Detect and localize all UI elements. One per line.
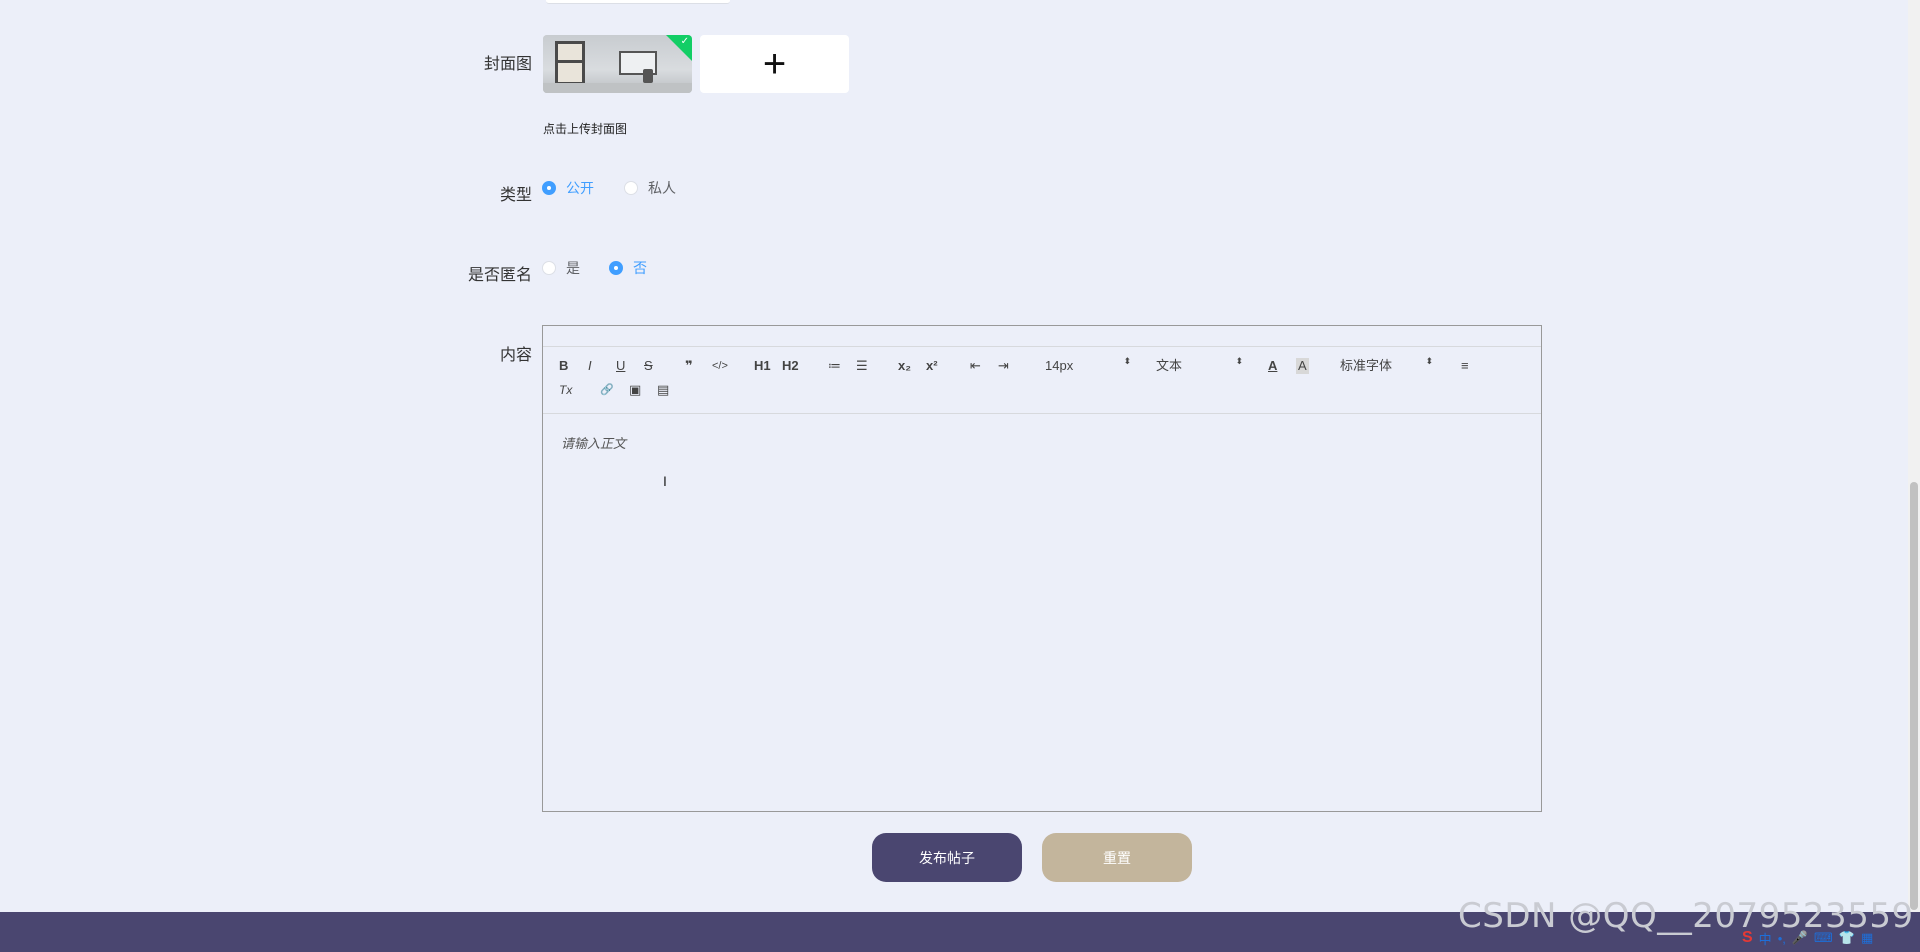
font-family-select[interactable]: 标准字体 ⬍ (1340, 356, 1433, 374)
radio-unchecked-icon (624, 181, 638, 195)
editor-content-area[interactable]: 请输入正文 I (543, 415, 1541, 811)
bullet-list-icon[interactable]: ☰ (856, 358, 868, 374)
ime-punctuation-toggle[interactable]: •, (1778, 931, 1786, 946)
radio-unchecked-icon (542, 261, 556, 275)
editor-placeholder: 请输入正文 (561, 436, 627, 451)
blockquote-icon[interactable]: ❞ (685, 358, 693, 374)
font-size-select[interactable]: 14px ⬍ (1045, 356, 1131, 374)
radio-type-private-label: 私人 (648, 180, 676, 196)
header-select-value: 文本 (1156, 358, 1183, 373)
cover-image-plant (643, 69, 653, 83)
select-arrow-icon: ⬍ (1123, 356, 1131, 366)
toolbox-icon[interactable]: ▦ (1861, 930, 1873, 946)
header-2-icon[interactable]: H2 (782, 358, 799, 374)
subscript-icon[interactable]: x₂ (898, 358, 911, 374)
plus-icon: + (762, 42, 787, 86)
reset-button[interactable]: 重置 (1042, 833, 1192, 882)
header-1-icon[interactable]: H1 (754, 358, 771, 374)
radio-type-private[interactable]: 私人 (624, 178, 676, 198)
skin-icon[interactable]: 👕 (1839, 930, 1855, 946)
ime-toolbar: S 中 •, 🎤 ⌨ 👕 ▦ (1742, 927, 1873, 949)
title-input-bottom-edge[interactable] (546, 0, 730, 4)
ime-language-toggle[interactable]: 中 (1759, 929, 1772, 948)
radio-checked-icon (609, 261, 623, 275)
radio-type-public-label: 公开 (566, 180, 594, 196)
cover-image-shelf (555, 41, 585, 85)
cover-label: 封面图 (483, 56, 532, 73)
superscript-icon[interactable]: x² (926, 358, 938, 374)
bold-icon[interactable]: B (559, 358, 568, 374)
video-icon[interactable]: ▤ (657, 382, 669, 398)
font-family-value: 标准字体 (1340, 358, 1393, 373)
anonymous-label: 是否匿名 (467, 267, 532, 284)
link-icon[interactable]: 🔗 (600, 382, 614, 398)
select-arrow-icon: ⬍ (1425, 356, 1433, 366)
page-scrollbar[interactable] (1908, 0, 1920, 912)
check-icon: ✓ (680, 36, 689, 47)
indent-icon[interactable]: ⇥ (998, 358, 1009, 374)
cover-upload-hint: 点击上传封面图 (543, 122, 628, 136)
type-label: 类型 (499, 187, 532, 204)
header-select[interactable]: 文本 ⬍ (1156, 356, 1243, 374)
radio-anonymous-yes[interactable]: 是 (542, 258, 580, 278)
font-size-value: 14px (1045, 358, 1074, 373)
rich-text-editor: B I U S ❞ </> H1 H2 ≔ ☰ x₂ x² ⇤ ⇥ 14px ⬍… (542, 325, 1542, 812)
align-left-icon[interactable]: ≡ (1461, 358, 1469, 374)
radio-type-public[interactable]: 公开 (542, 178, 594, 198)
select-arrow-icon: ⬍ (1235, 356, 1243, 366)
font-color-icon[interactable]: A (1268, 358, 1277, 374)
outdent-icon[interactable]: ⇤ (970, 358, 981, 374)
microphone-icon[interactable]: 🎤 (1792, 930, 1808, 946)
keyboard-icon[interactable]: ⌨ (1814, 930, 1833, 946)
strikethrough-icon[interactable]: S (644, 358, 653, 374)
clear-format-icon[interactable]: Tx (559, 382, 572, 398)
sogou-logo-icon[interactable]: S (1742, 929, 1753, 947)
cover-upload-button[interactable]: + (700, 35, 849, 93)
publish-post-button[interactable]: 发布帖子 (872, 833, 1022, 882)
ordered-list-icon[interactable]: ≔ (828, 358, 841, 374)
scrollbar-thumb[interactable] (1910, 482, 1918, 910)
editor-toolbar: B I U S ❞ </> H1 H2 ≔ ☰ x₂ x² ⇤ ⇥ 14px ⬍… (543, 346, 1541, 414)
underline-icon[interactable]: U (616, 358, 625, 374)
italic-icon[interactable]: I (588, 358, 592, 374)
image-icon[interactable]: ▣ (629, 382, 641, 398)
radio-anonymous-yes-label: 是 (566, 260, 580, 276)
code-icon[interactable]: </> (712, 358, 728, 374)
cover-image-floor (543, 83, 692, 93)
radio-anonymous-no[interactable]: 否 (609, 258, 647, 278)
radio-anonymous-no-label: 否 (633, 260, 647, 276)
radio-checked-icon (542, 181, 556, 195)
content-label: 内容 (499, 347, 532, 364)
cover-image-thumbnail[interactable]: ✓ (543, 35, 692, 93)
background-color-icon[interactable]: A (1296, 358, 1309, 374)
text-cursor-icon: I (663, 473, 667, 489)
